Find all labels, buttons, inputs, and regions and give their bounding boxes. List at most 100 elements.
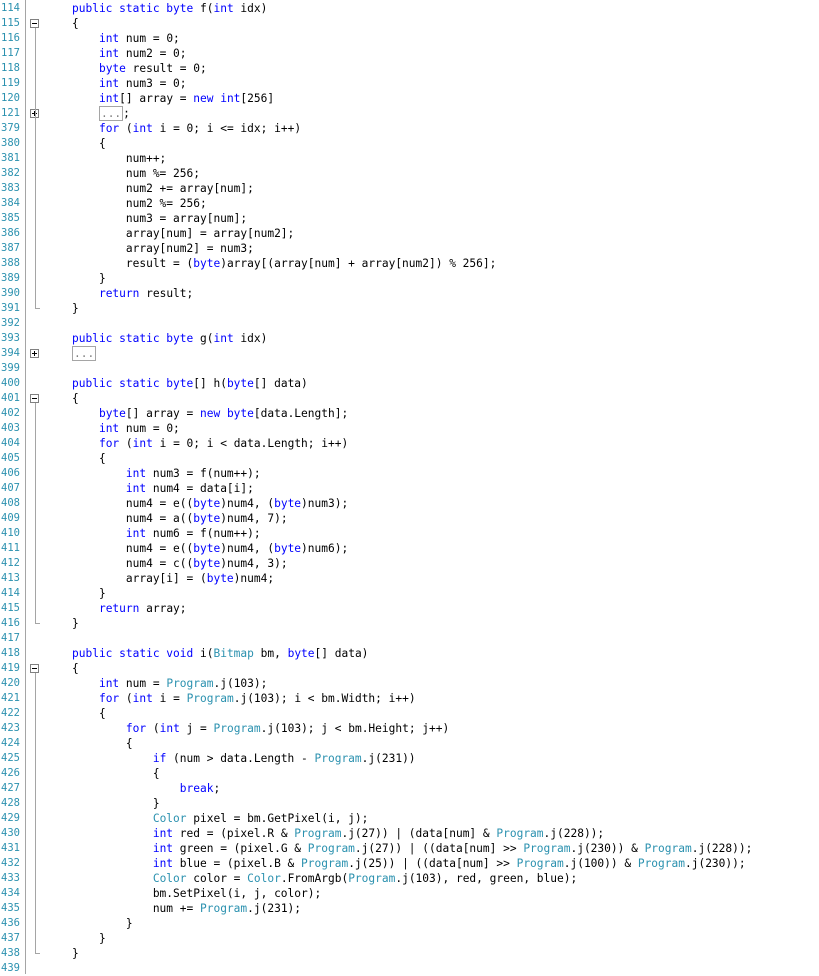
- code-line[interactable]: int green = (pixel.G & Program.j(27)) | …: [72, 841, 753, 856]
- code-line[interactable]: }: [72, 916, 133, 931]
- line-number: 390: [1, 287, 20, 299]
- collapsed-region-box[interactable]: ...: [72, 346, 97, 361]
- code-line[interactable]: for (int i = Program.j(103); i < bm.Widt…: [72, 691, 416, 706]
- code-line[interactable]: byte result = 0;: [72, 61, 207, 76]
- keyword-token: break: [179, 782, 214, 795]
- code-line[interactable]: return result;: [72, 286, 193, 301]
- code-line[interactable]: {: [72, 706, 106, 721]
- code-line[interactable]: Color color = Color.FromArgb(Program.j(1…: [72, 871, 577, 886]
- code-line[interactable]: for (int i = 0; i <= idx; i++): [72, 121, 301, 136]
- code-line[interactable]: if (num > data.Length - Program.j(231)): [72, 751, 416, 766]
- keyword-token: byte: [193, 497, 221, 510]
- code-line[interactable]: int[] array = new int[256]: [72, 91, 274, 106]
- code-line[interactable]: Color pixel = bm.GetPixel(i, j);: [72, 811, 369, 826]
- line-number: 388: [1, 257, 20, 269]
- code-line[interactable]: num4 = c((byte)num4, 3);: [72, 556, 288, 571]
- keyword-token: int: [98, 92, 120, 105]
- code-line[interactable]: num2 += array[num];: [72, 181, 254, 196]
- keyword-token: byte: [98, 62, 133, 75]
- code-line[interactable]: int num3 = 0;: [72, 76, 187, 91]
- collapse-region-icon[interactable]: [30, 664, 39, 673]
- code-line[interactable]: ...: [72, 346, 97, 361]
- collapse-region-icon[interactable]: [30, 19, 39, 28]
- code-line[interactable]: public static byte[] h(byte[] data): [72, 376, 308, 391]
- code-editor[interactable]: 114 115 116 117 118 119 120 121 379 380 381 382 383 3…: [0, 0, 819, 974]
- code-token: num3 = f(num++);: [152, 467, 261, 480]
- code-line[interactable]: num2 %= 256;: [72, 196, 207, 211]
- code-line[interactable]: public static void i(Bitmap bm, byte[] d…: [72, 646, 368, 661]
- code-line[interactable]: }: [72, 271, 106, 286]
- code-line[interactable]: {: [72, 451, 106, 466]
- code-token: [] array =: [119, 92, 194, 105]
- code-line[interactable]: int red = (pixel.R & Program.j(27)) | (d…: [72, 826, 604, 841]
- code-line[interactable]: for (int i = 0; i < data.Length; i++): [72, 436, 348, 451]
- collapse-region-icon[interactable]: [30, 394, 39, 403]
- keyword-token: int: [98, 77, 126, 90]
- line-number: 387: [1, 242, 20, 254]
- expand-region-icon[interactable]: [30, 349, 39, 358]
- code-line[interactable]: num %= 256;: [72, 166, 200, 181]
- code-line[interactable]: int num2 = 0;: [72, 46, 187, 61]
- code-line[interactable]: {: [72, 766, 160, 781]
- code-line[interactable]: public static byte g(int idx): [72, 331, 267, 346]
- code-line[interactable]: {: [72, 136, 106, 151]
- code-line[interactable]: byte[] array = new byte[data.Length];: [72, 406, 348, 421]
- keyword-token: int: [132, 437, 160, 450]
- keyword-token: return: [98, 287, 147, 300]
- code-line[interactable]: {: [72, 736, 133, 751]
- code-token: num4 = a((: [72, 512, 194, 525]
- code-line[interactable]: {: [72, 16, 79, 31]
- code-line[interactable]: num3 = array[num];: [72, 211, 247, 226]
- code-line[interactable]: return array;: [72, 601, 187, 616]
- code-line[interactable]: array[num] = array[num2];: [72, 226, 294, 241]
- code-line[interactable]: public static byte f(int idx): [72, 1, 267, 16]
- code-line[interactable]: int num6 = f(num++);: [72, 526, 261, 541]
- code-line[interactable]: num++;: [72, 151, 166, 166]
- code-line[interactable]: num4 = e((byte)num4, (byte)num3);: [72, 496, 348, 511]
- keyword-token: byte: [226, 377, 254, 390]
- code-line[interactable]: for (int j = Program.j(103); j < bm.Heig…: [72, 721, 449, 736]
- line-number: 120: [1, 92, 20, 104]
- code-line[interactable]: bm.SetPixel(i, j, color);: [72, 886, 321, 901]
- code-line[interactable]: array[num2] = num3;: [72, 241, 254, 256]
- keyword-token: int: [132, 122, 160, 135]
- code-line[interactable]: num += Program.j(231);: [72, 901, 301, 916]
- code-token: i(: [199, 647, 214, 660]
- code-line[interactable]: }: [72, 931, 106, 946]
- code-line[interactable]: {: [72, 391, 79, 406]
- code-token: result = 0;: [132, 62, 207, 75]
- code-line[interactable]: array[i] = (byte)num4;: [72, 571, 274, 586]
- keyword-token: int: [98, 677, 126, 690]
- code-line[interactable]: }: [72, 586, 106, 601]
- code-line[interactable]: }: [72, 796, 160, 811]
- keyword-token: int: [152, 857, 180, 870]
- code-line[interactable]: }: [72, 616, 79, 631]
- code-line[interactable]: result = (byte)array[(array[num] + array…: [72, 256, 496, 271]
- code-token: num4 = e((: [72, 497, 194, 510]
- code-line[interactable]: int num4 = data[i];: [72, 481, 254, 496]
- line-number: 381: [1, 152, 20, 164]
- collapsed-region-box[interactable]: ...: [98, 106, 124, 121]
- code-line[interactable]: int num = Program.j(103);: [72, 676, 267, 691]
- line-number: 115: [1, 17, 20, 29]
- code-line[interactable]: int blue = (pixel.B & Program.j(25)) | (…: [72, 856, 746, 871]
- code-line[interactable]: int num = 0;: [72, 31, 180, 46]
- code-line[interactable]: num4 = e((byte)num4, (byte)num6);: [72, 541, 348, 556]
- code-line[interactable]: num4 = a((byte)num4, 7);: [72, 511, 288, 526]
- code-token: {: [72, 662, 79, 675]
- code-line[interactable]: {: [72, 661, 79, 676]
- code-line[interactable]: }: [72, 301, 79, 316]
- code-line[interactable]: }: [72, 946, 79, 961]
- code-line[interactable]: int num3 = f(num++);: [72, 466, 261, 481]
- code-token: .j(103); j < bm.Height; j++): [260, 722, 450, 735]
- fold-end-marker: [35, 308, 40, 309]
- code-line[interactable]: int num = 0;: [72, 421, 180, 436]
- code-line[interactable]: break;: [72, 781, 220, 796]
- code-line[interactable]: ...;: [72, 106, 130, 121]
- code-token: .j(230));: [684, 857, 746, 870]
